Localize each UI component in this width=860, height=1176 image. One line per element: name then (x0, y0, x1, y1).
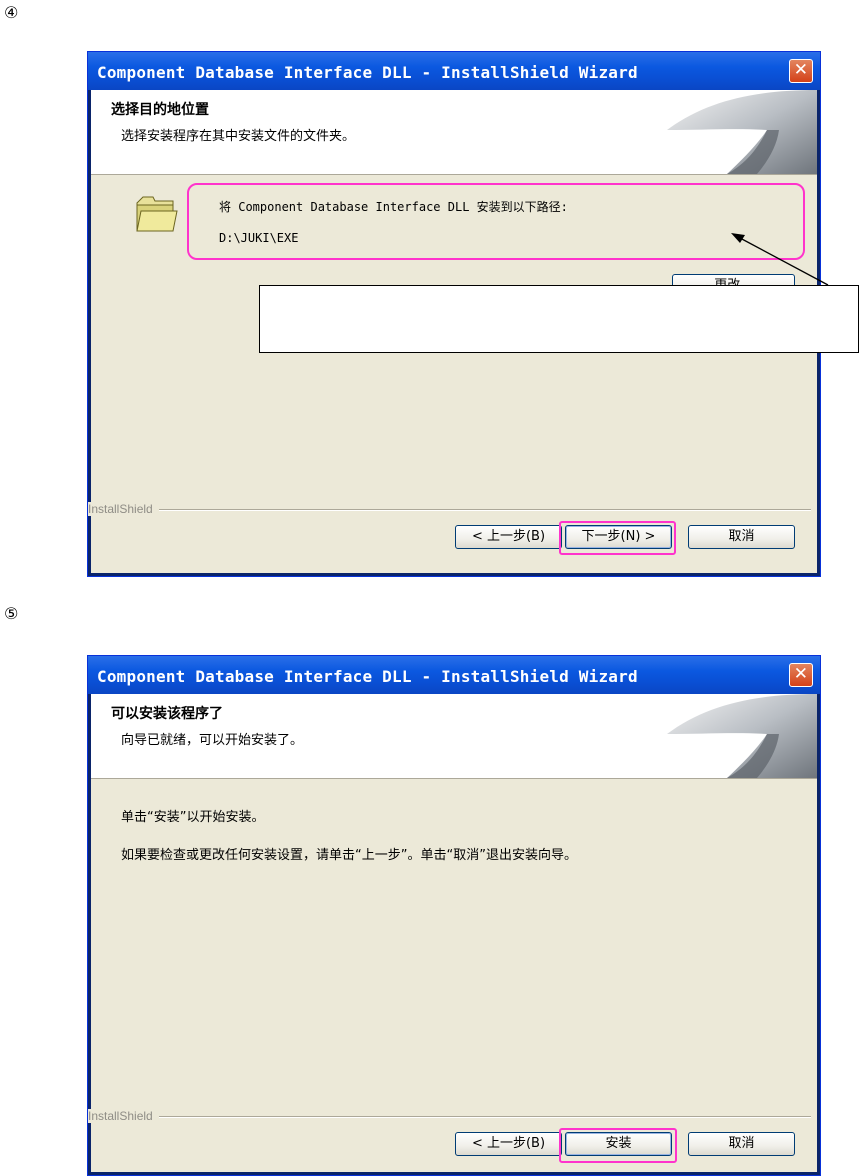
header-swoosh-graphic (667, 694, 817, 778)
wizard-window-ready: Component Database Interface DLL - Insta… (87, 655, 821, 1176)
cancel-button[interactable]: 取消 (688, 1132, 795, 1156)
dialog-client-area: 可以安装该程序了 向导已就绪，可以开始安装了。 单击“安装”以开始安装。 如果要… (88, 694, 817, 1172)
close-icon[interactable]: ✕ (789, 663, 813, 687)
divider-line (91, 1116, 811, 1118)
installshield-brand: InstallShield (88, 502, 159, 516)
installshield-brand: InstallShield (88, 1109, 159, 1123)
title-bar[interactable]: Component Database Interface DLL - Insta… (88, 656, 820, 694)
window-title: Component Database Interface DLL - Insta… (97, 667, 638, 686)
back-button[interactable]: < 上一步(B) (455, 1132, 562, 1156)
brand-divider: InstallShield (88, 1109, 817, 1123)
instruction-line-1: 单击“安装”以开始安装。 (121, 810, 265, 825)
header-subtitle: 向导已就绪，可以开始安装了。 (121, 733, 304, 748)
wizard-header: 可以安装该程序了 向导已就绪，可以开始安装了。 (91, 694, 817, 779)
header-title: 可以安装该程序了 (111, 706, 223, 722)
step-number-5: ⑤ (4, 604, 19, 623)
instruction-line-2: 如果要检查或更改任何安装设置，请单击“上一步”。单击“取消”退出安装向导。 (121, 848, 577, 863)
install-button[interactable]: 安装 (565, 1132, 672, 1156)
